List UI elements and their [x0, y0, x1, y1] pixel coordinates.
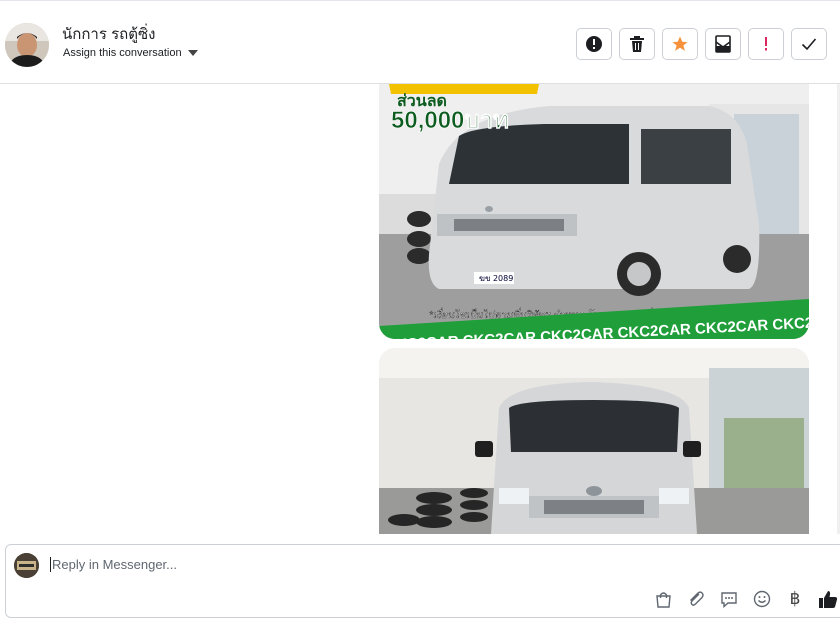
- chat-bubble-icon: [721, 591, 737, 608]
- contact-name: นักการ รถตู้ซิ่ง: [62, 26, 156, 43]
- shopping-bag-icon: [655, 591, 671, 608]
- attach-button[interactable]: [685, 588, 707, 610]
- archive-envelope-icon: [715, 35, 731, 53]
- paperclip-icon: [690, 591, 704, 606]
- composer-tools: ฿: [652, 588, 839, 610]
- saved-replies-button[interactable]: [718, 588, 740, 610]
- reply-composer: ฿: [5, 544, 840, 618]
- smiley-icon: [753, 590, 771, 608]
- reply-input[interactable]: [50, 557, 652, 572]
- check-icon: [801, 38, 817, 51]
- payment-button[interactable]: ฿: [784, 588, 806, 610]
- archive-button[interactable]: [705, 28, 741, 60]
- delete-button[interactable]: [619, 28, 655, 60]
- like-button[interactable]: [817, 588, 839, 610]
- page-avatar: [14, 553, 39, 578]
- mark-spam-button[interactable]: [576, 28, 612, 60]
- thumbs-up-icon: [819, 590, 838, 608]
- conversation-actions: [576, 28, 827, 60]
- emoji-button[interactable]: [751, 588, 773, 610]
- plate-text: ฆข 2089: [479, 274, 513, 283]
- caret-down-icon: [187, 50, 198, 56]
- star-icon: [672, 36, 688, 51]
- mark-done-button[interactable]: [791, 28, 827, 60]
- message-photo-van[interactable]: [379, 348, 809, 534]
- message-photo-promo[interactable]: ฆข 2089 ส่วนลด 50,000บาท *เงื่อนไขเป็นไป…: [379, 84, 809, 339]
- assign-label: Assign this conversation: [63, 47, 182, 59]
- follow-up-button[interactable]: [748, 28, 784, 60]
- shop-button[interactable]: [652, 588, 674, 610]
- trash-icon: [630, 35, 644, 52]
- assign-conversation-dropdown[interactable]: Assign this conversation: [63, 47, 198, 59]
- promo-amount: 50,000บาท: [391, 107, 509, 134]
- exclamation-icon: [765, 37, 767, 51]
- contact-avatar[interactable]: [5, 23, 49, 67]
- alert-circle-icon: [586, 36, 602, 52]
- star-button[interactable]: [662, 28, 698, 60]
- conversation-header: นักการ รถตู้ซิ่ง Assign this conversatio…: [0, 0, 840, 84]
- baht-icon: ฿: [789, 589, 801, 609]
